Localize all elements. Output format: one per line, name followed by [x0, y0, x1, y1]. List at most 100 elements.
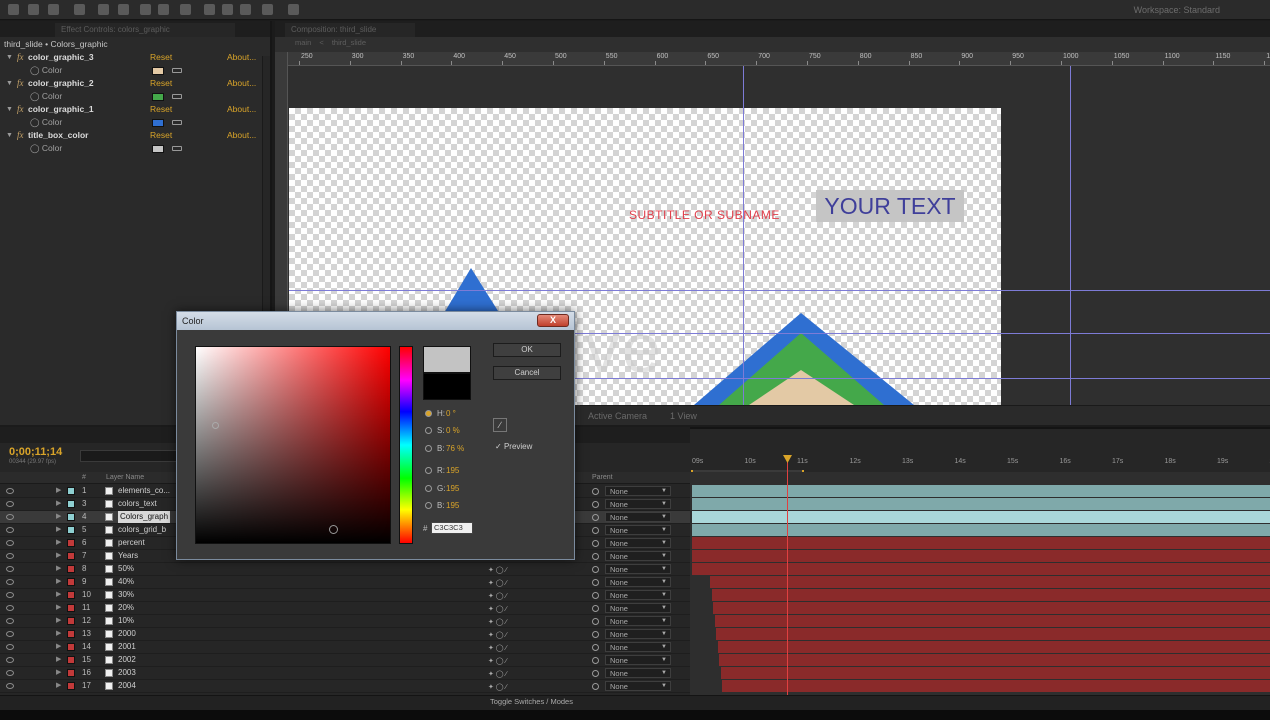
label-color[interactable] [67, 578, 75, 586]
layer-name[interactable]: colors_text [118, 498, 157, 510]
layer-switches[interactable]: ✦ ◯ ∕ [488, 656, 518, 665]
reset-link[interactable]: Reset [150, 77, 172, 90]
expand-triangle-icon[interactable]: ▶ [56, 511, 61, 523]
visibility-eye-icon[interactable] [6, 514, 14, 520]
parent-pickwhip-icon[interactable] [592, 579, 599, 586]
reset-link[interactable]: Reset [150, 129, 172, 142]
close-button[interactable]: X [537, 314, 569, 327]
layer-name[interactable]: 2002 [118, 654, 136, 666]
about-link[interactable]: About... [227, 51, 256, 64]
label-color[interactable] [67, 513, 75, 521]
parent-dropdown[interactable]: None ▼ [605, 512, 671, 522]
layer-switches[interactable]: ✦ ◯ ∕ [488, 565, 518, 574]
layer-row[interactable]: ▶ 10 30% ✦ ◯ ∕ None ▼ [0, 589, 690, 602]
layer-duration-bar[interactable] [719, 654, 1270, 666]
layer-name[interactable]: 2000 [118, 628, 136, 640]
layer-name[interactable]: 40% [118, 576, 134, 588]
preview-checkbox[interactable]: ✓ Preview [495, 442, 532, 451]
visibility-eye-icon[interactable] [6, 527, 14, 533]
brightness-value[interactable]: 76 % [446, 444, 464, 453]
parent-pickwhip-icon[interactable] [592, 566, 599, 573]
layer-name[interactable]: Years [118, 550, 138, 562]
layer-switches[interactable]: ✦ ◯ ∕ [488, 604, 518, 613]
label-color[interactable] [67, 656, 75, 664]
camera-dropdown[interactable]: Active Camera [588, 411, 647, 421]
layer-name[interactable]: colors_grid_b [118, 524, 166, 536]
rectangle-tool-icon[interactable] [140, 4, 151, 15]
visibility-eye-icon[interactable] [6, 540, 14, 546]
visibility-eye-icon[interactable] [6, 501, 14, 507]
expand-triangle-icon[interactable]: ▶ [56, 524, 61, 536]
camera-tool-icon[interactable] [98, 4, 109, 15]
green-value[interactable]: 195 [446, 484, 459, 493]
snapping-icon[interactable] [288, 4, 299, 15]
parent-dropdown[interactable]: None ▼ [605, 551, 671, 561]
visibility-eye-icon[interactable] [6, 618, 14, 624]
eyedropper-icon[interactable]: ∕ [493, 418, 507, 432]
layer-row[interactable]: ▶ 12 10% ✦ ◯ ∕ None ▼ [0, 615, 690, 628]
layer-row[interactable]: ▶ 14 2001 ✦ ◯ ∕ None ▼ [0, 641, 690, 654]
layer-duration-bar[interactable] [692, 511, 1270, 523]
label-color[interactable] [67, 643, 75, 651]
expand-triangle-icon[interactable]: ▶ [56, 615, 61, 627]
layer-duration-bar[interactable] [692, 485, 1270, 497]
timeline-search-input[interactable] [80, 450, 180, 462]
eyedropper-icon[interactable] [172, 120, 182, 125]
parent-pickwhip-icon[interactable] [592, 657, 599, 664]
reset-link[interactable]: Reset [150, 103, 172, 116]
fx-badge[interactable]: fx [17, 129, 24, 142]
effect-row[interactable]: ▼ fx color_graphic_3 Reset About... [0, 51, 270, 64]
visibility-eye-icon[interactable] [6, 579, 14, 585]
visibility-eye-icon[interactable] [6, 683, 14, 689]
layer-row[interactable]: ▶ 15 2002 ✦ ◯ ∕ None ▼ [0, 654, 690, 667]
breadcrumb-third-slide[interactable]: third_slide [332, 38, 366, 47]
puppet-tool-icon[interactable] [262, 4, 273, 15]
layer-switches[interactable]: ✦ ◯ ∕ [488, 617, 518, 626]
layer-duration-bar[interactable] [716, 628, 1270, 640]
expand-triangle-icon[interactable]: ▶ [56, 667, 61, 679]
parent-pickwhip-icon[interactable] [592, 501, 599, 508]
layer-name[interactable]: 2001 [118, 641, 136, 653]
visibility-eye-icon[interactable] [6, 566, 14, 572]
reset-link[interactable]: Reset [150, 51, 172, 64]
effect-row[interactable]: ▼ fx color_graphic_1 Reset About... [0, 103, 270, 116]
layer-switches[interactable]: ✦ ◯ ∕ [488, 669, 518, 678]
parent-pickwhip-icon[interactable] [592, 644, 599, 651]
expand-triangle-icon[interactable]: ▶ [56, 485, 61, 497]
fx-badge[interactable]: fx [17, 103, 24, 116]
layer-name[interactable]: Colors_graph [118, 511, 171, 523]
toggle-switches-modes-button[interactable]: Toggle Switches / Modes [490, 697, 573, 706]
time-ruler[interactable]: 09s10s11s12s13s14s15s16s17s18s19s20 [690, 446, 1270, 472]
guide-vertical[interactable] [743, 66, 744, 406]
tab-composition[interactable]: Composition: third_slide [285, 23, 415, 37]
expand-triangle-icon[interactable]: ▶ [56, 628, 61, 640]
selection-tool-icon[interactable] [8, 4, 19, 15]
zoom-tool-icon[interactable] [48, 4, 59, 15]
layer-duration-bar[interactable] [717, 641, 1270, 653]
layer-switches[interactable]: ✦ ◯ ∕ [488, 643, 518, 652]
layer-row[interactable]: ▶ 13 2000 ✦ ◯ ∕ None ▼ [0, 628, 690, 641]
tab-effect-controls[interactable]: Effect Controls: colors_graphic [55, 23, 235, 37]
breadcrumb-main[interactable]: main [295, 38, 311, 47]
layer-switches[interactable]: ✦ ◯ ∕ [488, 591, 518, 600]
layer-row[interactable]: ▶ 9 40% ✦ ◯ ∕ None ▼ [0, 576, 690, 589]
visibility-eye-icon[interactable] [6, 605, 14, 611]
blue-radio[interactable] [425, 502, 432, 509]
layer-name[interactable]: 20% [118, 602, 134, 614]
parent-dropdown[interactable]: None ▼ [605, 655, 671, 665]
color-swatch[interactable] [152, 145, 164, 153]
parent-dropdown[interactable]: None ▼ [605, 538, 671, 548]
layer-duration-bar[interactable] [692, 498, 1270, 510]
layer-row[interactable]: ▶ 8 50% ✦ ◯ ∕ None ▼ [0, 563, 690, 576]
layer-row[interactable]: ▶ 11 20% ✦ ◯ ∕ None ▼ [0, 602, 690, 615]
expand-triangle-icon[interactable]: ▼ [6, 51, 13, 64]
visibility-eye-icon[interactable] [6, 644, 14, 650]
saturation-radio[interactable] [425, 427, 432, 434]
expand-triangle-icon[interactable]: ▶ [56, 641, 61, 653]
fx-badge[interactable]: fx [17, 51, 24, 64]
hue-value[interactable]: 0 ° [446, 409, 456, 418]
about-link[interactable]: About... [227, 103, 256, 116]
parent-pickwhip-icon[interactable] [592, 540, 599, 547]
visibility-eye-icon[interactable] [6, 553, 14, 559]
hand-tool-icon[interactable] [28, 4, 39, 15]
